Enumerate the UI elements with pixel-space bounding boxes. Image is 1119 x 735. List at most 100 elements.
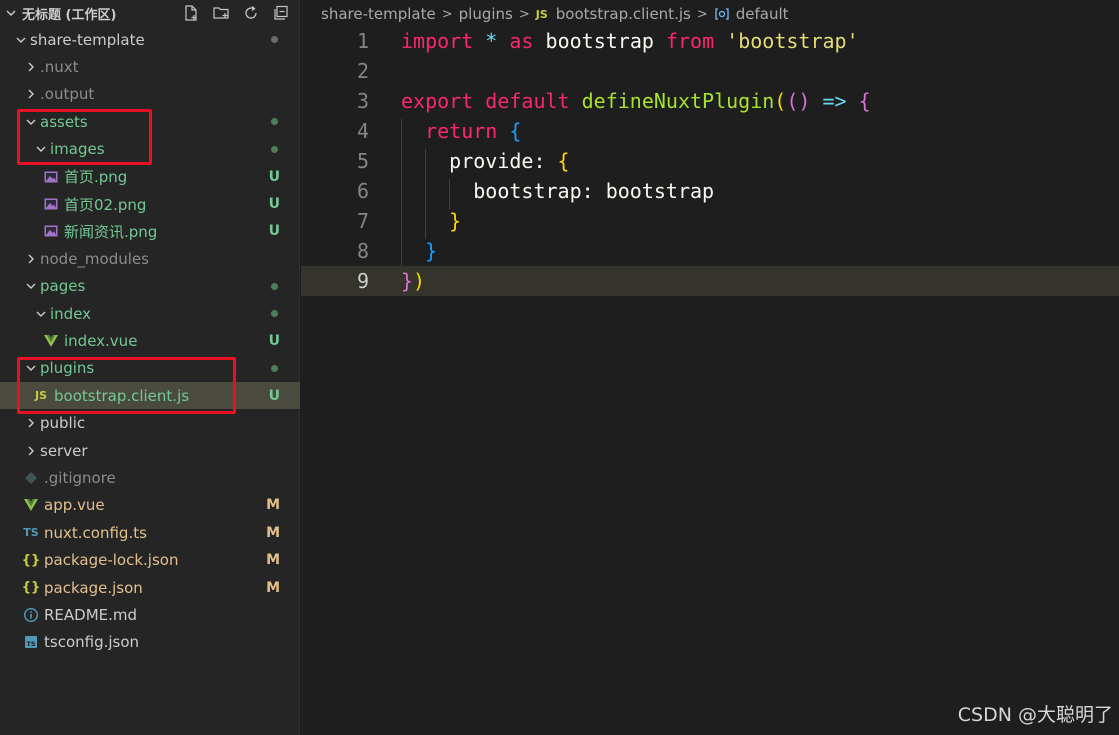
code-text: } [401,209,461,239]
image-icon [42,222,60,240]
tree-file[interactable]: {} package-lock.json M [0,546,300,573]
git-status-badge: U [268,168,280,185]
image-icon [42,168,60,186]
tree-item-label: server [40,441,88,460]
new-file-icon[interactable] [181,3,201,23]
tree-file[interactable]: README.md [0,601,300,628]
tree-folder[interactable]: .output [0,81,300,108]
tree-item-label: tsconfig.json [44,633,140,652]
code-text: import * as bootstrap from 'bootstrap' [401,29,859,53]
tree-file[interactable]: app.vue M [0,492,300,519]
code-line[interactable]: 6 bootstrap: bootstrap [301,176,1119,209]
tree-item-label: .nuxt [40,58,79,77]
json-icon: {} [21,580,41,595]
tree-item-label: share-template [30,30,145,49]
git-status-badge: M [266,579,280,596]
image-icon [42,195,60,213]
refresh-icon[interactable] [241,3,261,23]
chevron-right-icon: > [696,6,708,22]
chevron-down-icon [0,7,22,19]
tree-folder[interactable]: server [0,437,300,464]
explorer-actions [181,3,291,23]
git-icon [22,469,40,487]
breadcrumb: share-template > plugins > JS bootstrap.… [321,4,789,24]
breadcrumb-item[interactable]: share-template [321,5,436,23]
tree-folder[interactable]: share-template [0,26,300,53]
code-text: } [401,239,437,269]
chevron-right-icon [22,81,40,108]
tree-item-label: package.json [44,578,143,597]
git-status-badge: M [266,552,280,569]
code-line[interactable]: 5 provide: { [301,146,1119,179]
code-line[interactable]: 8 } [301,236,1119,269]
code-line[interactable]: 1 import * as bootstrap from 'bootstrap' [301,26,1119,56]
code-line[interactable]: 4 return { [301,116,1119,149]
tree-file[interactable]: .gitignore [0,464,300,491]
line-number: 7 [356,209,369,233]
tree-file[interactable]: 首页02.png U [0,190,300,217]
chevron-down-icon [22,273,40,300]
code-text: export default defineNuxtPlugin(() => { [401,89,871,113]
line-number: 5 [356,149,369,173]
code-editor[interactable]: 1 import * as bootstrap from 'bootstrap'… [301,26,1119,296]
tree-folder[interactable]: pages [0,273,300,300]
tree-item-label: README.md [44,605,138,624]
tree-folder[interactable]: node_modules [0,245,300,272]
line-number: 4 [356,119,369,143]
chevron-right-icon: > [518,6,530,22]
vue-icon [42,332,60,350]
code-text: provide: { [401,149,570,179]
vue-icon [22,496,40,514]
tree-file[interactable]: 新闻资讯.png U [0,218,300,245]
tree-item-label: index [50,304,92,323]
line-number: 6 [356,179,369,203]
tree-folder[interactable]: .nuxt [0,53,300,80]
code-line[interactable]: 7 } [301,206,1119,239]
tree-file[interactable]: 首页.png U [0,163,300,190]
tree-file[interactable]: TS nuxt.config.ts M [0,519,300,546]
svg-text:TS: TS [26,640,35,648]
tree-item-label: 新闻资讯.png [64,222,158,241]
tree-item-label: 首页02.png [64,195,147,214]
code-line[interactable]: 3 export default defineNuxtPlugin(() => … [301,86,1119,116]
tree-item-label: package-lock.json [44,551,179,570]
tsconfig-icon: TS [22,633,40,651]
tree-item-label: node_modules [40,249,149,268]
line-number: 8 [356,239,369,263]
tree-item-label: app.vue [44,496,105,515]
line-number: 3 [356,89,369,113]
git-status-badge: M [266,497,280,514]
git-status-badge: U [268,223,280,240]
watermark: CSDN @大聪明了 [957,704,1113,726]
chevron-down-icon [12,26,30,53]
code-line[interactable]: 2 [301,56,1119,86]
collapse-all-icon[interactable] [271,3,291,23]
tree-file[interactable]: index.vue U [0,327,300,354]
info-icon [22,606,40,624]
breadcrumb-item[interactable]: plugins [459,5,513,23]
json-icon: {} [21,552,41,568]
tree-folder[interactable]: index [0,300,300,327]
modified-dot-icon [271,145,278,153]
modified-dot-icon [271,364,278,372]
code-text: }) [401,269,426,293]
breadcrumb-item[interactable]: bootstrap.client.js [556,5,691,23]
tree-item-label: nuxt.config.ts [44,523,147,542]
tree-file[interactable]: {} package.json M [0,574,300,601]
symbol-icon [714,6,730,22]
modified-dot-icon [271,310,278,318]
tree-item-label: .output [40,85,95,104]
code-text: return { [401,119,521,149]
tree-file[interactable]: TS tsconfig.json [0,629,300,656]
breadcrumb-item[interactable]: default [736,5,789,23]
code-text: bootstrap: bootstrap [401,179,714,209]
line-number: 1 [356,29,369,53]
chevron-right-icon [22,54,40,81]
code-line-current[interactable]: 9 }) [301,266,1119,296]
modified-dot-icon [271,118,278,126]
js-file-icon: JS [535,7,548,21]
highlight-box-plugins [17,357,236,414]
new-folder-icon[interactable] [211,3,231,23]
chevron-right-icon [22,245,40,272]
tree-item-label: index.vue [64,331,138,350]
